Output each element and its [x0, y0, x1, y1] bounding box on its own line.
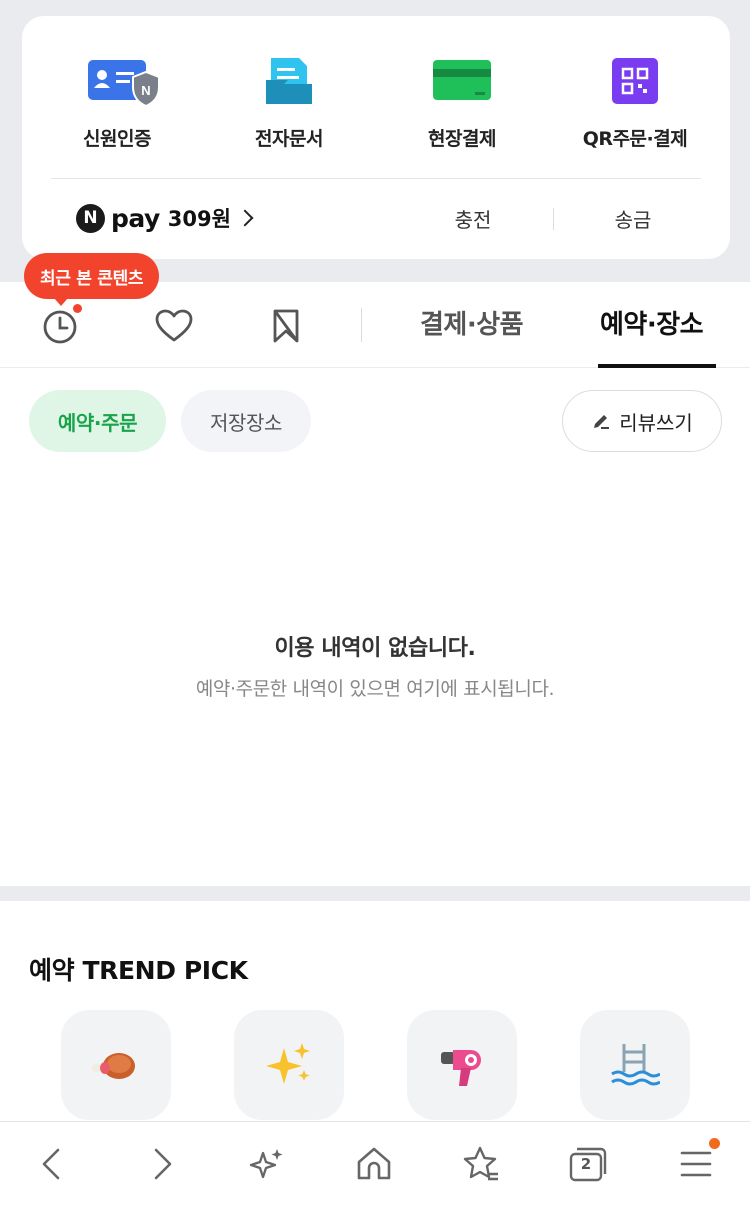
send-button[interactable]: 송금 [582, 204, 684, 233]
chevron-right-icon [154, 1148, 172, 1180]
write-review-label: 리뷰쓰기 [619, 410, 693, 435]
trend-pick-section: 예약 TREND PICK [0, 901, 750, 1121]
tabs-count: 2 [580, 1155, 592, 1173]
back-button[interactable] [32, 1144, 72, 1184]
trend-item-swimming-pool[interactable] [580, 1010, 690, 1120]
tab-payment-product[interactable]: 결제·상품 [420, 304, 524, 341]
chevron-left-icon [42, 1148, 60, 1180]
tab-bookmarks[interactable] [266, 306, 306, 346]
favorites-button[interactable] [461, 1144, 501, 1184]
service-id-verify[interactable]: N 신원인증 [32, 54, 202, 151]
forward-button[interactable] [142, 1144, 182, 1184]
id-verify-icon: N [32, 54, 202, 110]
npay-amount: 309원 [167, 207, 231, 231]
heart-icon [155, 309, 193, 342]
notification-dot [73, 304, 82, 313]
star-list-icon [463, 1146, 498, 1181]
service-qr-order[interactable]: QR주문·결제 [550, 54, 720, 151]
trend-item-sparkles[interactable] [234, 1010, 344, 1120]
home-button[interactable] [354, 1144, 394, 1184]
services-row: N 신원인증 전자문서 현장결제 QR주문·결제 [22, 54, 730, 164]
tabs-button[interactable]: 2 [568, 1144, 608, 1184]
service-label: 전자문서 [255, 128, 323, 150]
npay-balance-link[interactable]: N pay 309원 [76, 200, 254, 236]
tab-recent[interactable] [40, 304, 82, 346]
qr-order-icon [550, 54, 720, 110]
chevron-right-icon [236, 209, 254, 227]
card-divider [51, 178, 701, 179]
swimming-pool-emoji-icon [611, 1044, 660, 1086]
trend-item-meat[interactable] [61, 1010, 171, 1120]
pencil-icon [594, 415, 610, 429]
sparkle-icon [249, 1149, 283, 1179]
trend-pick-title: 예약 TREND PICK [29, 956, 248, 985]
tab-likes[interactable] [154, 306, 194, 346]
e-document-icon [204, 54, 374, 110]
services-card: N 신원인증 전자문서 현장결제 QR주문·결제 N pay 309원 충전 송… [22, 16, 730, 259]
charge-button[interactable]: 충전 [422, 204, 524, 233]
hamburger-menu-icon [680, 1151, 712, 1177]
meat-emoji-icon [92, 1053, 135, 1079]
npay-logo-icon: N [76, 203, 105, 233]
tab-reservation-place[interactable]: 예약·장소 [600, 304, 704, 341]
service-label: QR주문·결제 [582, 128, 688, 150]
pay-divider [553, 208, 554, 230]
npay-row: N pay 309원 충전 송금 [22, 196, 730, 240]
svg-text:N: N [141, 83, 150, 98]
recent-content-tooltip: 최근 본 콘텐츠 [24, 253, 160, 306]
filter-reservation-order[interactable]: 예약·주문 [29, 390, 166, 452]
main-panel: 결제·상품 예약·장소 예약·주문 저장장소 리뷰쓰기 이용 내역이 없습니다.… [0, 282, 750, 886]
write-review-button[interactable]: 리뷰쓰기 [562, 390, 722, 452]
filter-saved-places[interactable]: 저장장소 [181, 390, 311, 452]
notification-dot [709, 1138, 720, 1149]
ai-button[interactable] [247, 1144, 287, 1184]
service-card-payment[interactable]: 현장결제 [377, 54, 547, 151]
tab-divider [361, 308, 362, 342]
card-payment-icon [377, 54, 547, 110]
trend-item-hair-dryer[interactable] [407, 1010, 517, 1120]
service-e-document[interactable]: 전자문서 [204, 54, 374, 151]
sparkles-emoji-icon [266, 1043, 310, 1084]
bookmark-icon [273, 309, 299, 343]
hair-dryer-emoji-icon [441, 1050, 481, 1086]
menu-button[interactable] [676, 1138, 720, 1184]
empty-state-title: 이용 내역이 없습니다. [274, 636, 476, 661]
npay-brand: pay [111, 203, 160, 233]
service-label: 현장결제 [428, 128, 496, 150]
empty-state-description: 예약·주문한 내역이 있으면 여기에 표시됩니다. [195, 678, 555, 700]
active-tab-indicator [598, 364, 716, 368]
home-icon [357, 1147, 391, 1180]
service-label: 신원인증 [83, 128, 151, 150]
bottom-navigation: 2 [0, 1121, 750, 1206]
